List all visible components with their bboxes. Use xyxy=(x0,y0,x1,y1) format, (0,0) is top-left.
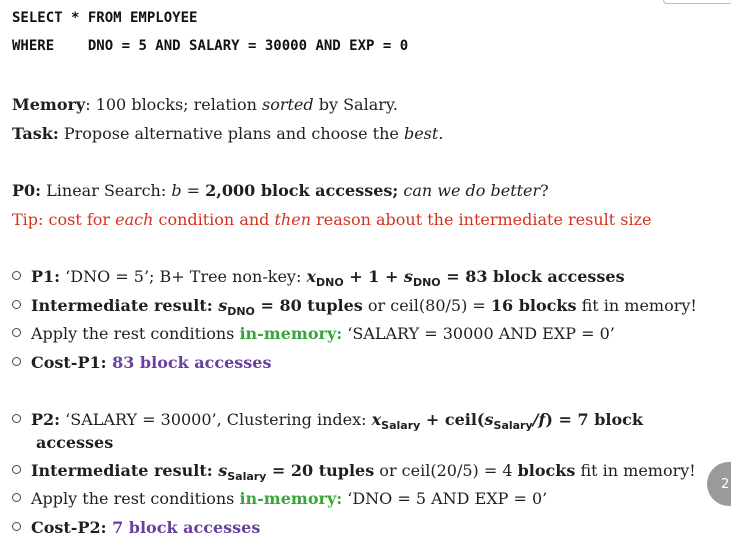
p2-f: /f xyxy=(532,410,546,429)
task-best: best xyxy=(403,124,439,143)
bullet-icon xyxy=(12,300,21,309)
p1-intermediate-mid: or ceil(80/5) = xyxy=(362,296,491,315)
tip-line: Tip: cost for each condition and then re… xyxy=(12,210,652,229)
p2-intermediate-s: s xyxy=(218,461,228,480)
p1-apply-post: ‘SALARY = 30000 AND EXP = 0’ xyxy=(342,324,615,343)
p1-apply-green: in-memory: xyxy=(239,324,343,343)
p1-cost-label: Cost-P1: xyxy=(31,353,107,372)
sql-where-keyword: WHERE xyxy=(12,38,55,54)
p0-b: b xyxy=(171,181,182,200)
corner-decoration xyxy=(663,0,731,4)
p1-cost-value: 83 block accesses xyxy=(106,353,272,372)
p2-text: ‘SALARY = 30000’, Clustering index: xyxy=(60,410,372,429)
task-post: . xyxy=(438,124,444,143)
p1-apply-pre: Apply the rest conditions xyxy=(31,324,240,343)
bullet-icon xyxy=(12,465,21,474)
memory-label: Memory xyxy=(12,95,86,114)
p1-s-sub: DNO xyxy=(412,276,441,290)
memory-line: Memory: 100 blocks; relation sorted by S… xyxy=(12,95,398,114)
p1-bullet-cost: Cost-P1: 83 block accesses xyxy=(12,353,272,372)
task-text: Propose alternative plans and choose the xyxy=(58,124,404,143)
p1-bullet-apply: Apply the rest conditions in-memory: ‘SA… xyxy=(12,324,615,343)
p2-label: P2: xyxy=(31,410,61,429)
sql-where-line: WHERE DNO = 5 AND SALARY = 30000 AND EXP… xyxy=(12,38,408,54)
bullet-icon xyxy=(12,493,21,502)
tip-then: then xyxy=(274,210,312,229)
p2-intermediate-post: fit in memory! xyxy=(575,461,696,480)
p1-intermediate-blocks: 16 blocks xyxy=(490,296,577,315)
bullet-icon xyxy=(12,522,21,531)
p2-s: s xyxy=(484,410,494,429)
p1-intermediate-label: Intermediate result: xyxy=(31,296,219,315)
p1-result: = 83 block accesses xyxy=(440,267,625,286)
p2-intermediate-tuples: = 20 tuples xyxy=(266,461,375,480)
p0-question: can we do better xyxy=(398,181,541,200)
p1-intermediate-s: s xyxy=(218,296,228,315)
bullet-icon xyxy=(12,357,21,366)
p2-s-sub: Salary xyxy=(493,419,533,433)
bullet-icon xyxy=(12,271,21,280)
page-number: 2 xyxy=(721,477,730,492)
sql-select-line: SELECT * FROM EMPLOYEE xyxy=(12,10,198,26)
p2-x-sub: Salary xyxy=(381,419,421,433)
sql-where-clause: DNO = 5 AND SALARY = 30000 AND EXP = 0 xyxy=(87,38,409,54)
memory-text: : 100 blocks; relation xyxy=(85,95,262,114)
page-number-badge: 2 xyxy=(707,462,731,506)
p1-text: ‘DNO = 5’; B+ Tree non-key: xyxy=(60,267,307,286)
p1-intermediate-tuples: = 80 tuples xyxy=(254,296,363,315)
p2-result: ) = 7 block xyxy=(545,410,643,429)
p2-cost-label: Cost-P2: xyxy=(31,518,107,537)
p1-intermediate-sub: DNO xyxy=(227,305,255,319)
p2-apply-pre: Apply the rest conditions xyxy=(31,489,240,508)
p0-text: Linear Search: xyxy=(41,181,172,200)
p2-intermediate-label: Intermediate result: xyxy=(31,461,219,480)
p2-cont: accesses xyxy=(36,433,114,452)
p1-s: s xyxy=(403,267,413,286)
bullet-icon xyxy=(12,414,21,423)
p1-x: x xyxy=(306,267,316,286)
p0-eq: = xyxy=(181,181,206,200)
tip-pre: Tip: cost for xyxy=(12,210,116,229)
p2-bullet-cost: Cost-P2: 7 block accesses xyxy=(12,518,260,537)
p2-plus: + ceil( xyxy=(420,410,485,429)
p1-x-sub: DNO xyxy=(315,276,344,290)
tip-mid: condition and xyxy=(153,210,275,229)
p2-apply-post: ‘DNO = 5 AND EXP = 0’ xyxy=(342,489,548,508)
p2-apply-green: in-memory: xyxy=(239,489,343,508)
bullet-icon xyxy=(12,328,21,337)
p2-intermediate-blocks: blocks xyxy=(517,461,576,480)
p0-cost: 2,000 block accesses; xyxy=(205,181,399,200)
p1-label: P1: xyxy=(31,267,61,286)
p2-bullet-apply: Apply the rest conditions in-memory: ‘DN… xyxy=(12,489,547,508)
p2-bullet-plan: P2: ‘SALARY = 30000’, Clustering index: … xyxy=(12,410,643,432)
p1-plus: + 1 + xyxy=(343,267,404,286)
p2-intermediate-mid: or ceil(20/5) = 4 xyxy=(374,461,518,480)
memory-sorted: sorted xyxy=(262,95,314,114)
p2-bullet-intermediate: Intermediate result: sSalary = 20 tuples… xyxy=(12,461,696,483)
memory-post: by Salary. xyxy=(313,95,398,114)
task-label: Task: xyxy=(12,124,59,143)
p2-intermediate-sub: Salary xyxy=(227,470,267,484)
p1-intermediate-post: fit in memory! xyxy=(576,296,697,315)
p0-line: P0: Linear Search: b = 2,000 block acces… xyxy=(12,181,549,200)
task-line: Task: Propose alternative plans and choo… xyxy=(12,124,443,143)
p1-bullet-intermediate: Intermediate result: sDNO = 80 tuples or… xyxy=(12,296,697,318)
p2-cost-value: 7 block accesses xyxy=(106,518,261,537)
p2-x: x xyxy=(371,410,382,429)
p1-bullet-plan: P1: ‘DNO = 5’; B+ Tree non-key: xDNO + 1… xyxy=(12,267,625,289)
tip-post: reason about the intermediate result siz… xyxy=(311,210,652,229)
p2-continuation: accesses xyxy=(36,433,113,452)
p0-label: P0: xyxy=(12,181,42,200)
tip-each: each xyxy=(115,210,154,229)
p0-qmark: ? xyxy=(540,181,549,200)
